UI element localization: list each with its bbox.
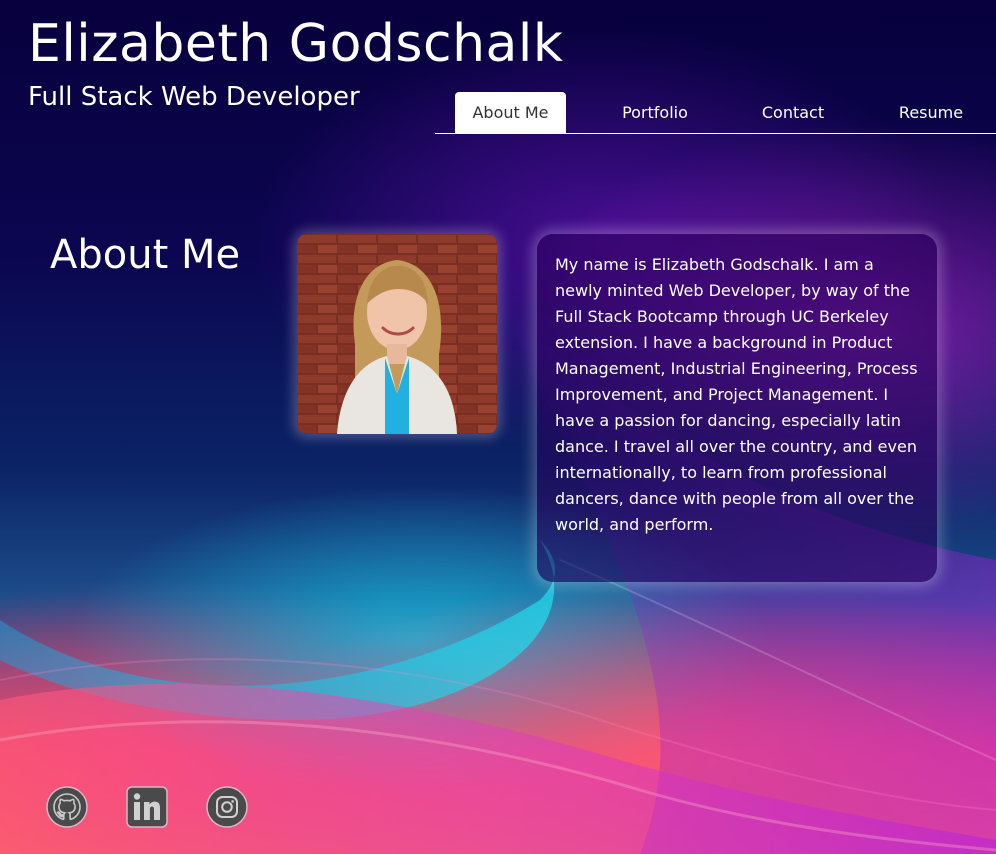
site-subtitle: Full Stack Web Developer [28,82,360,112]
github-icon [46,786,88,828]
profile-portrait-illustration [297,234,497,434]
instagram-link[interactable] [206,786,248,828]
bio-card: My name is Elizabeth Godschalk. I am a n… [537,234,937,582]
section-heading: About Me [50,232,241,278]
linkedin-icon [126,786,168,828]
profile-photo [297,234,497,434]
github-link[interactable] [46,786,88,828]
tab-about-me[interactable]: About Me [455,92,566,133]
main-nav: About Me Portfolio Contact Resume [435,92,996,134]
tab-portfolio[interactable]: Portfolio [605,92,705,133]
instagram-icon [206,786,248,828]
tab-contact[interactable]: Contact [745,92,841,133]
bio-text: My name is Elizabeth Godschalk. I am a n… [555,255,918,534]
site-title: Elizabeth Godschalk [28,14,564,74]
tab-resume[interactable]: Resume [885,92,977,133]
linkedin-link[interactable] [126,786,168,828]
